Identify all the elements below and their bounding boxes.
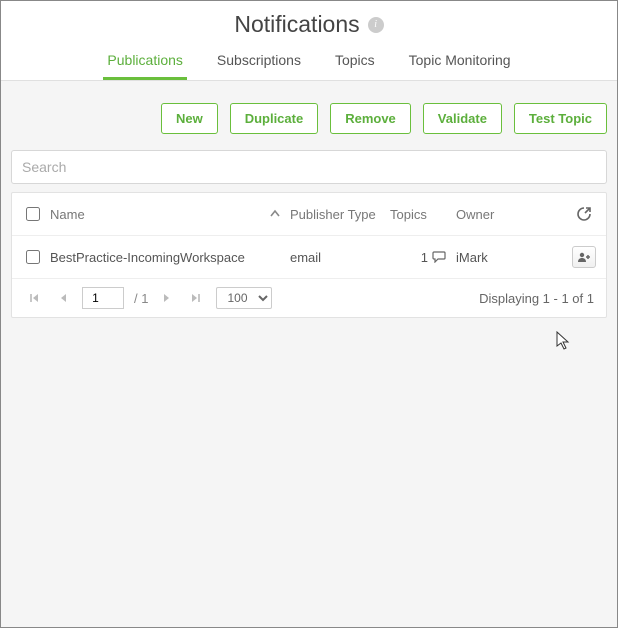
cell-name: BestPractice-IncomingWorkspace — [50, 250, 290, 265]
tab-subscriptions[interactable]: Subscriptions — [213, 44, 305, 80]
test-topic-button[interactable]: Test Topic — [514, 103, 607, 134]
tab-bar: Publications Subscriptions Topics Topic … — [1, 44, 617, 80]
last-page-button[interactable] — [186, 292, 206, 304]
first-page-button[interactable] — [24, 292, 44, 304]
header-topics[interactable]: Topics — [390, 207, 446, 222]
prev-page-button[interactable] — [54, 292, 72, 304]
search-wrap — [1, 150, 617, 192]
remove-button[interactable]: Remove — [330, 103, 411, 134]
header-owner[interactable]: Owner — [446, 207, 516, 222]
export-icon[interactable] — [572, 203, 596, 225]
topics-count: 1 — [421, 250, 428, 265]
duplicate-button[interactable]: Duplicate — [230, 103, 319, 134]
header-publisher-type[interactable]: Publisher Type — [290, 207, 390, 222]
cell-publisher-type: email — [290, 250, 390, 265]
header-name-label: Name — [50, 207, 85, 222]
row-checkbox[interactable] — [26, 250, 40, 264]
info-icon[interactable]: i — [368, 17, 384, 33]
speech-bubble-icon — [432, 251, 446, 263]
tab-topic-monitoring[interactable]: Topic Monitoring — [405, 44, 515, 80]
grid-header-row: Name Publisher Type Topics Owner — [12, 193, 606, 236]
cursor-icon — [556, 331, 572, 351]
page-title: Notifications — [234, 11, 359, 38]
page-number-input[interactable] — [82, 287, 124, 309]
display-range-label: Displaying 1 - 1 of 1 — [479, 291, 594, 306]
search-input[interactable] — [11, 150, 607, 184]
next-page-button[interactable] — [158, 292, 176, 304]
header-name[interactable]: Name — [50, 207, 290, 222]
cell-actions — [516, 246, 596, 268]
tab-topics[interactable]: Topics — [331, 44, 379, 80]
toolbar: New Duplicate Remove Validate Test Topic — [1, 81, 617, 150]
total-pages-label: / 1 — [134, 291, 148, 306]
sort-asc-icon — [270, 209, 280, 219]
select-all-checkbox[interactable] — [26, 207, 40, 221]
add-user-icon[interactable] — [572, 246, 596, 268]
table-row[interactable]: BestPractice-IncomingWorkspace email 1 i… — [12, 236, 606, 279]
cell-topics: 1 — [390, 250, 446, 265]
title-row: Notifications i — [1, 1, 617, 44]
grid: Name Publisher Type Topics Owner BestPra… — [11, 192, 607, 318]
tab-publications[interactable]: Publications — [103, 44, 187, 80]
paginator: / 1 100 Displaying 1 - 1 of 1 — [12, 279, 606, 317]
new-button[interactable]: New — [161, 103, 218, 134]
cell-owner: iMark — [446, 250, 516, 265]
header-actions — [516, 203, 596, 225]
select-all-cell — [22, 204, 50, 224]
validate-button[interactable]: Validate — [423, 103, 502, 134]
header: Notifications i Publications Subscriptio… — [1, 1, 617, 81]
row-check-cell — [22, 247, 50, 267]
page-size-select[interactable]: 100 — [216, 287, 272, 309]
